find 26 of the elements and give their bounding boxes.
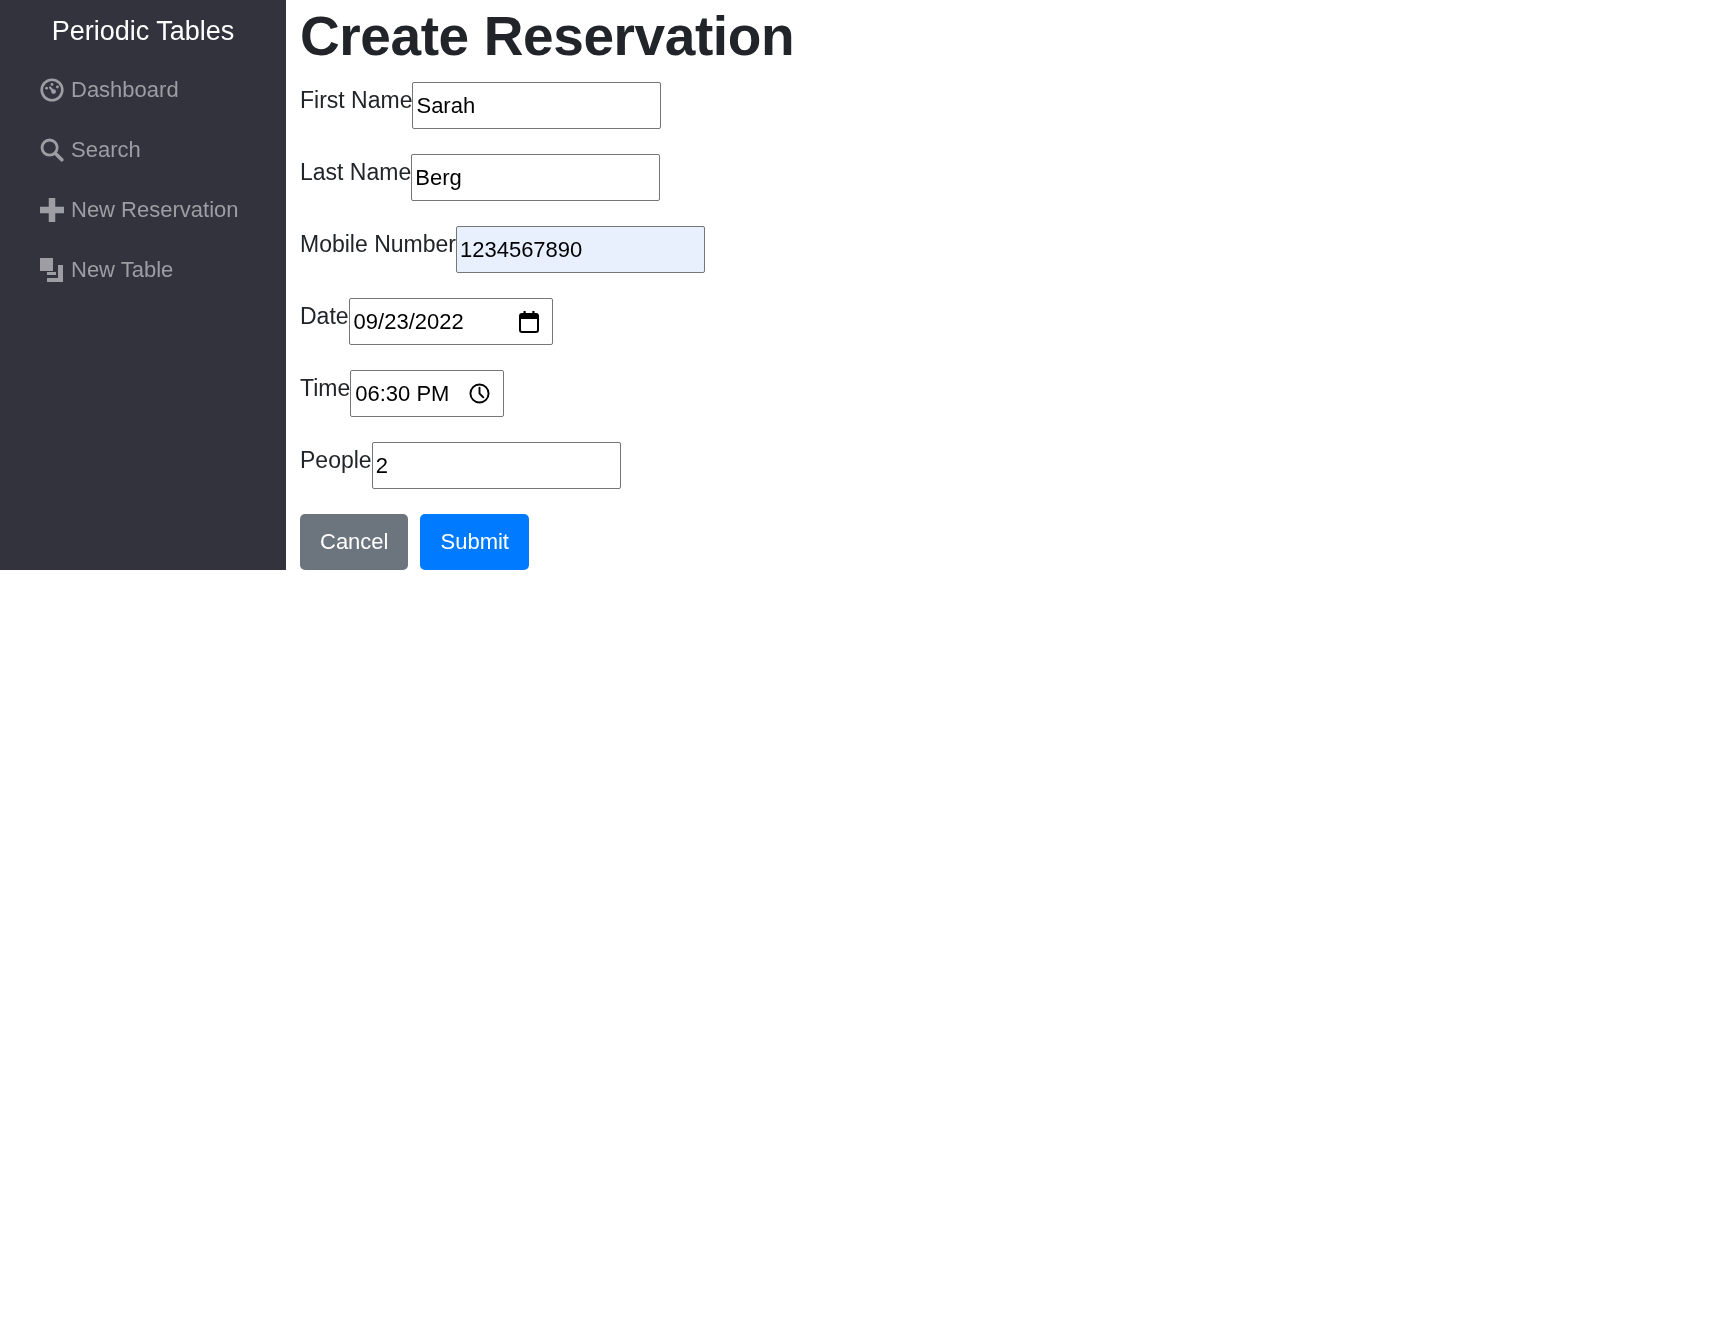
time-field[interactable]: 06:30 PM (350, 370, 505, 417)
field-label: People (300, 447, 372, 474)
nav-link[interactable]: New Table (40, 257, 174, 283)
date-field[interactable]: 09/23/2022 (348, 298, 553, 345)
search-icon (40, 138, 64, 162)
nav-link[interactable]: Search (40, 137, 141, 163)
cancel-button[interactable]: Cancel (300, 514, 409, 570)
plus-icon (40, 198, 64, 222)
phone-field[interactable]: 1234567890 (455, 226, 705, 273)
calendar-icon[interactable] (518, 310, 539, 333)
field-label: First Name (300, 87, 413, 114)
text-field[interactable]: Berg (411, 154, 661, 201)
nav-link[interactable]: Dashboard (40, 77, 179, 103)
field-label: Last Name (300, 159, 412, 186)
field-label: Time (300, 375, 351, 402)
field-label: Date (300, 303, 349, 330)
gauge-icon (40, 78, 64, 102)
nav-link[interactable]: New Reservation (40, 197, 239, 223)
field-label: Mobile Number (300, 231, 456, 258)
squares-icon (40, 258, 64, 282)
number-field[interactable]: 2 (371, 442, 621, 489)
submit-button[interactable]: Submit (420, 514, 529, 570)
page-title: Create Reservation (300, 4, 795, 69)
clock-icon[interactable] (469, 383, 491, 404)
app-title: Periodic Tables (50, 15, 236, 47)
text-field[interactable]: Sarah (412, 82, 662, 129)
